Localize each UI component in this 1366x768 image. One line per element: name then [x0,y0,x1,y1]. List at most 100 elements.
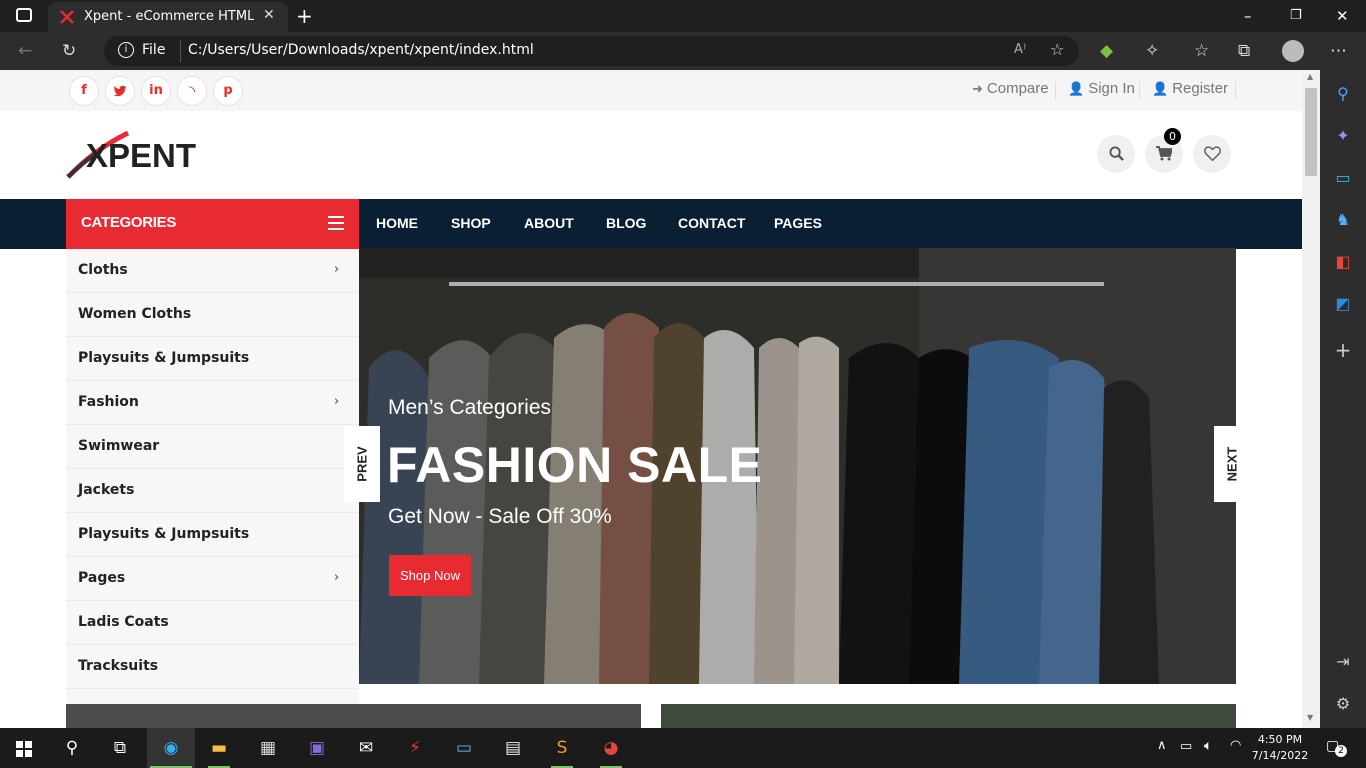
new-tab-icon[interactable]: + [296,4,313,28]
app-purple-icon[interactable]: ▣ [305,736,329,760]
info-icon[interactable]: i [118,42,134,58]
sublime-text-icon[interactable]: S [550,736,574,760]
sidebar-outlook-icon[interactable]: ◩ [1333,294,1353,314]
favorite-add-icon[interactable]: ☆ [1050,40,1064,59]
back-icon[interactable]: ← [18,41,32,61]
app-laptop-icon[interactable]: ▭ [452,736,476,760]
settings-gear-icon[interactable]: ⚙ [1333,694,1353,714]
sidebar-tools-icon[interactable]: ▭ [1333,168,1353,188]
restore-icon[interactable]: ❐ [1290,8,1302,23]
site-logo[interactable]: XPENT [66,127,206,181]
xpent-logo-icon: XPENT [66,130,196,179]
category-item[interactable]: Fashion › [66,381,359,425]
read-aloud-icon[interactable]: A⁾ [1014,42,1026,57]
microsoft-store-icon[interactable]: ▦ [256,736,280,760]
compare-icon: ➜ [972,81,983,96]
refresh-icon[interactable]: ↻ [62,41,76,61]
hero-offer: Get Now - Sale Off 30% [388,505,612,528]
app-red-icon[interactable]: ⚡ [403,736,427,760]
category-item[interactable]: Ladis Coats [66,601,359,645]
scroll-down-icon[interactable]: ▼ [1307,713,1313,722]
sign-in-link[interactable]: 👤 Sign In [1068,80,1135,97]
more-menu-icon[interactable]: ⋯ [1330,41,1347,61]
category-item[interactable]: Playsuits & Jumpsuits [66,337,359,381]
wishlist-button[interactable] [1193,135,1231,173]
nav-pages[interactable]: PAGES [774,215,822,231]
extension-colorful-icon[interactable]: ◆ [1100,41,1113,61]
show-hidden-icons-icon[interactable]: ∧ [1157,738,1167,753]
file-explorer-icon[interactable]: ▬ [207,736,231,760]
divider [1055,82,1056,100]
nav-home[interactable]: HOME [376,215,418,231]
hero-subtitle: Men’s Categories [388,396,552,419]
hide-sidebar-icon[interactable]: ⇥ [1333,652,1353,672]
windows-start-icon[interactable] [16,741,32,757]
sidebar-office-icon[interactable]: ◧ [1333,252,1353,272]
sidebar-discover-icon[interactable]: ✦ [1333,126,1353,146]
rss-icon[interactable]: ◝ [177,76,207,106]
system-clock[interactable]: 4:50 PM 7/14/2022 [1250,732,1310,764]
chrome-icon[interactable]: ◕ [599,736,623,760]
browser-tab[interactable]: Xpent - eCommerce HTML Temp ✕ [48,2,288,32]
edge-taskbar-icon[interactable]: ◉ [159,736,183,760]
tab-actions-icon[interactable] [16,8,32,22]
search-button[interactable] [1097,135,1135,173]
category-item[interactable]: Playsuits & Jumpsuits [66,513,359,557]
clock-time: 4:50 PM [1257,733,1303,746]
video-editor-icon[interactable]: ▤ [501,736,525,760]
collections-icon[interactable]: ⧉ [1238,41,1250,61]
scroll-up-icon[interactable]: ▲ [1307,72,1313,81]
sidebar-search-icon[interactable]: ⚲ [1333,84,1353,104]
nav-contact[interactable]: CONTACT [678,215,745,231]
nav-blog[interactable]: BLOG [606,215,646,231]
category-item[interactable]: Cloths › [66,249,359,293]
favorites-icon[interactable]: ☆ [1194,41,1209,61]
compare-link[interactable]: ➜ Compare [972,80,1049,97]
shop-now-button[interactable]: Shop Now [389,555,471,596]
category-item[interactable]: Swimwear [66,425,359,469]
category-item[interactable]: Tracksuits [66,645,359,689]
nav-about[interactable]: ABOUT [524,215,574,231]
clock-date: 7/14/2022 [1251,749,1309,762]
nav-shop[interactable]: SHOP [451,215,491,231]
twitter-icon[interactable] [105,76,135,106]
promo-banner-right[interactable] [661,704,1236,728]
taskbar-search-icon[interactable]: ⚲ [60,736,84,760]
browser-title-bar: Xpent - eCommerce HTML Temp ✕ + – ❐ ✕ [0,0,1366,32]
svg-text:XPENT: XPENT [86,137,196,174]
profile-avatar[interactable] [1282,40,1304,62]
pinterest-icon[interactable]: p [213,76,243,106]
category-item[interactable]: Pages › [66,557,359,601]
task-view-icon[interactable]: ⧉ [108,736,132,760]
sign-in-label: Sign In [1088,80,1135,97]
category-item[interactable]: Women Cloths [66,293,359,337]
hero-title: FASHION SALE [387,437,763,493]
scrollbar-thumb[interactable] [1305,88,1317,176]
page-scrollbar[interactable]: ▲ ▼ [1302,70,1320,728]
extensions-icon[interactable]: ✧ [1145,41,1159,61]
slider-next-button[interactable]: NEXT [1214,426,1250,502]
sidebar-games-icon[interactable]: ♞ [1333,210,1353,230]
sidebar-add-icon[interactable]: + [1333,338,1353,362]
promo-banner-left[interactable] [66,704,641,728]
volume-icon[interactable]: 🔈︎ [1204,738,1212,754]
categories-toggle[interactable]: CATEGORIES [66,199,359,249]
battery-icon[interactable]: ▭ [1180,739,1192,754]
minimize-icon[interactable]: – [1244,7,1252,25]
hamburger-icon [328,216,344,230]
url-text[interactable]: C:/Users/User/Downloads/xpent/xpent/inde… [188,42,534,58]
tab-title: Xpent - eCommerce HTML Temp [84,9,254,24]
category-item[interactable]: Jackets [66,469,359,513]
close-window-icon[interactable]: ✕ [1336,7,1349,25]
wifi-icon[interactable]: ◠ [1230,738,1241,753]
address-bar[interactable]: i File C:/Users/User/Downloads/xpent/xpe… [104,36,1079,66]
chevron-right-icon: › [334,394,340,409]
category-list: Cloths › Women Cloths Playsuits & Jumpsui… [66,249,359,719]
mail-icon[interactable]: ✉ [354,736,378,760]
close-tab-icon[interactable]: ✕ [263,7,275,23]
slider-prev-button[interactable]: PREV [344,426,380,502]
linkedin-icon[interactable]: in [141,76,171,106]
edge-sidebar: ⚲ ✦ ▭ ♞ ◧ ◩ + ⇥ ⚙ [1320,70,1366,728]
facebook-icon[interactable]: f [69,76,99,106]
register-link[interactable]: 👤 Register [1152,80,1228,97]
